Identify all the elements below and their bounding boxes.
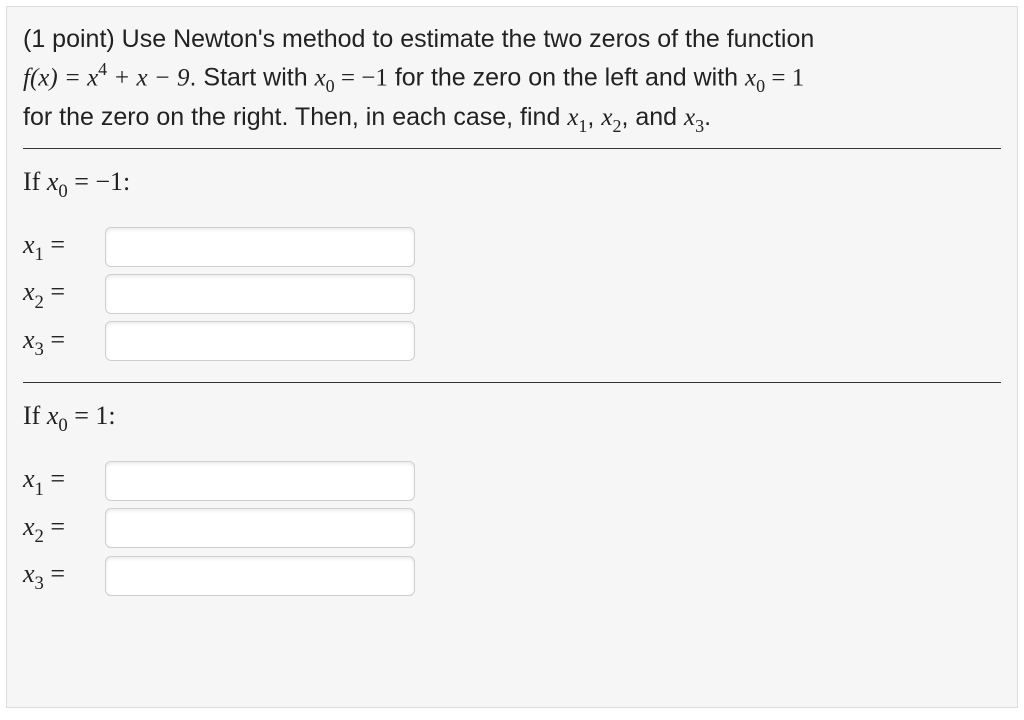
label-b-x1-sub: 1 [35,479,44,500]
label-a-x1-sub: 1 [35,244,44,265]
label-b-x2-eq: = [44,512,65,541]
label-b-x2: x2 = [23,508,105,549]
fn-rhs: + x − 9 [107,65,189,92]
label-a-x1-var: x [23,230,35,259]
x1-var: x [567,104,578,131]
if-a: If [23,167,47,196]
label-b-x2-var: x [23,512,35,541]
mid-text: for the zero on the left and with [388,64,745,92]
label-b-x3-eq: = [44,559,65,588]
row-a-x2: x2 = [23,273,1001,314]
tail1: for the zero on the right. Then, in each… [23,103,567,131]
input-b-x2[interactable] [105,508,415,548]
input-b-x1[interactable] [105,461,415,501]
label-a-x2-var: x [23,277,35,306]
x0-sub-b2: 0 [58,415,67,436]
problem-statement: (1 point) Use Newton's method to estimat… [23,21,1001,138]
x3-var: x [684,104,695,131]
label-b-x3-var: x [23,559,35,588]
x0-var-a: x [315,65,326,92]
divider-mid [23,382,1001,383]
problem-panel: (1 point) Use Newton's method to estimat… [6,6,1018,708]
label-b-x1: x1 = [23,460,105,501]
row-a-x3: x3 = [23,321,1001,362]
divider-top [23,148,1001,149]
label-a-x1: x1 = [23,226,105,267]
section-a-heading: If x0 = −1: [23,163,1001,204]
section-b-heading: If x0 = 1: [23,397,1001,438]
eq-1: = 1 [765,65,804,92]
x0-var-b2: x [47,401,59,430]
x0-var-b: x [745,65,756,92]
x3-sub: 3 [695,116,704,136]
input-a-x3[interactable] [105,321,415,361]
row-a-x1: x1 = [23,226,1001,267]
label-a-x1-eq: = [44,230,65,259]
input-a-x1[interactable] [105,227,415,267]
label-a-x2-eq: = [44,277,65,306]
eq-neg1: = −1 [335,65,388,92]
label-a-x3: x3 = [23,321,105,362]
x0-var-a2: x [47,167,59,196]
x0-sub-a: 0 [326,76,335,96]
if-b: If [23,401,47,430]
x1-sub: 1 [578,116,587,136]
label-b-x2-sub: 2 [35,526,44,547]
input-b-x3[interactable] [105,556,415,596]
eq-val-a: = −1: [68,167,131,196]
label-b-x3: x3 = [23,555,105,596]
fn-exp: 4 [98,59,107,79]
label-a-x3-sub: 3 [35,339,44,360]
eq-val-b: = 1: [68,401,116,430]
row-b-x2: x2 = [23,508,1001,549]
start-lead: . Start with [190,64,315,92]
period: . [704,103,711,131]
label-a-x2: x2 = [23,273,105,314]
row-b-x3: x3 = [23,555,1001,596]
label-a-x2-sub: 2 [35,292,44,313]
label-b-x1-eq: = [44,464,65,493]
x2-sub: 2 [612,116,621,136]
label-b-x3-sub: 3 [35,573,44,594]
row-b-x1: x1 = [23,460,1001,501]
intro-text: Use Newton's method to estimate the two … [122,25,815,53]
points-label: (1 point) [23,25,122,53]
comma1: , [587,103,601,131]
input-a-x2[interactable] [105,274,415,314]
label-a-x3-eq: = [44,325,65,354]
label-a-x3-var: x [23,325,35,354]
x0-sub-a2: 0 [58,181,67,202]
and-sep: , and [621,103,684,131]
x2-var: x [601,104,612,131]
x0-sub-b: 0 [756,76,765,96]
label-b-x1-var: x [23,464,35,493]
fn-lhs: f(x) = x [23,65,98,92]
